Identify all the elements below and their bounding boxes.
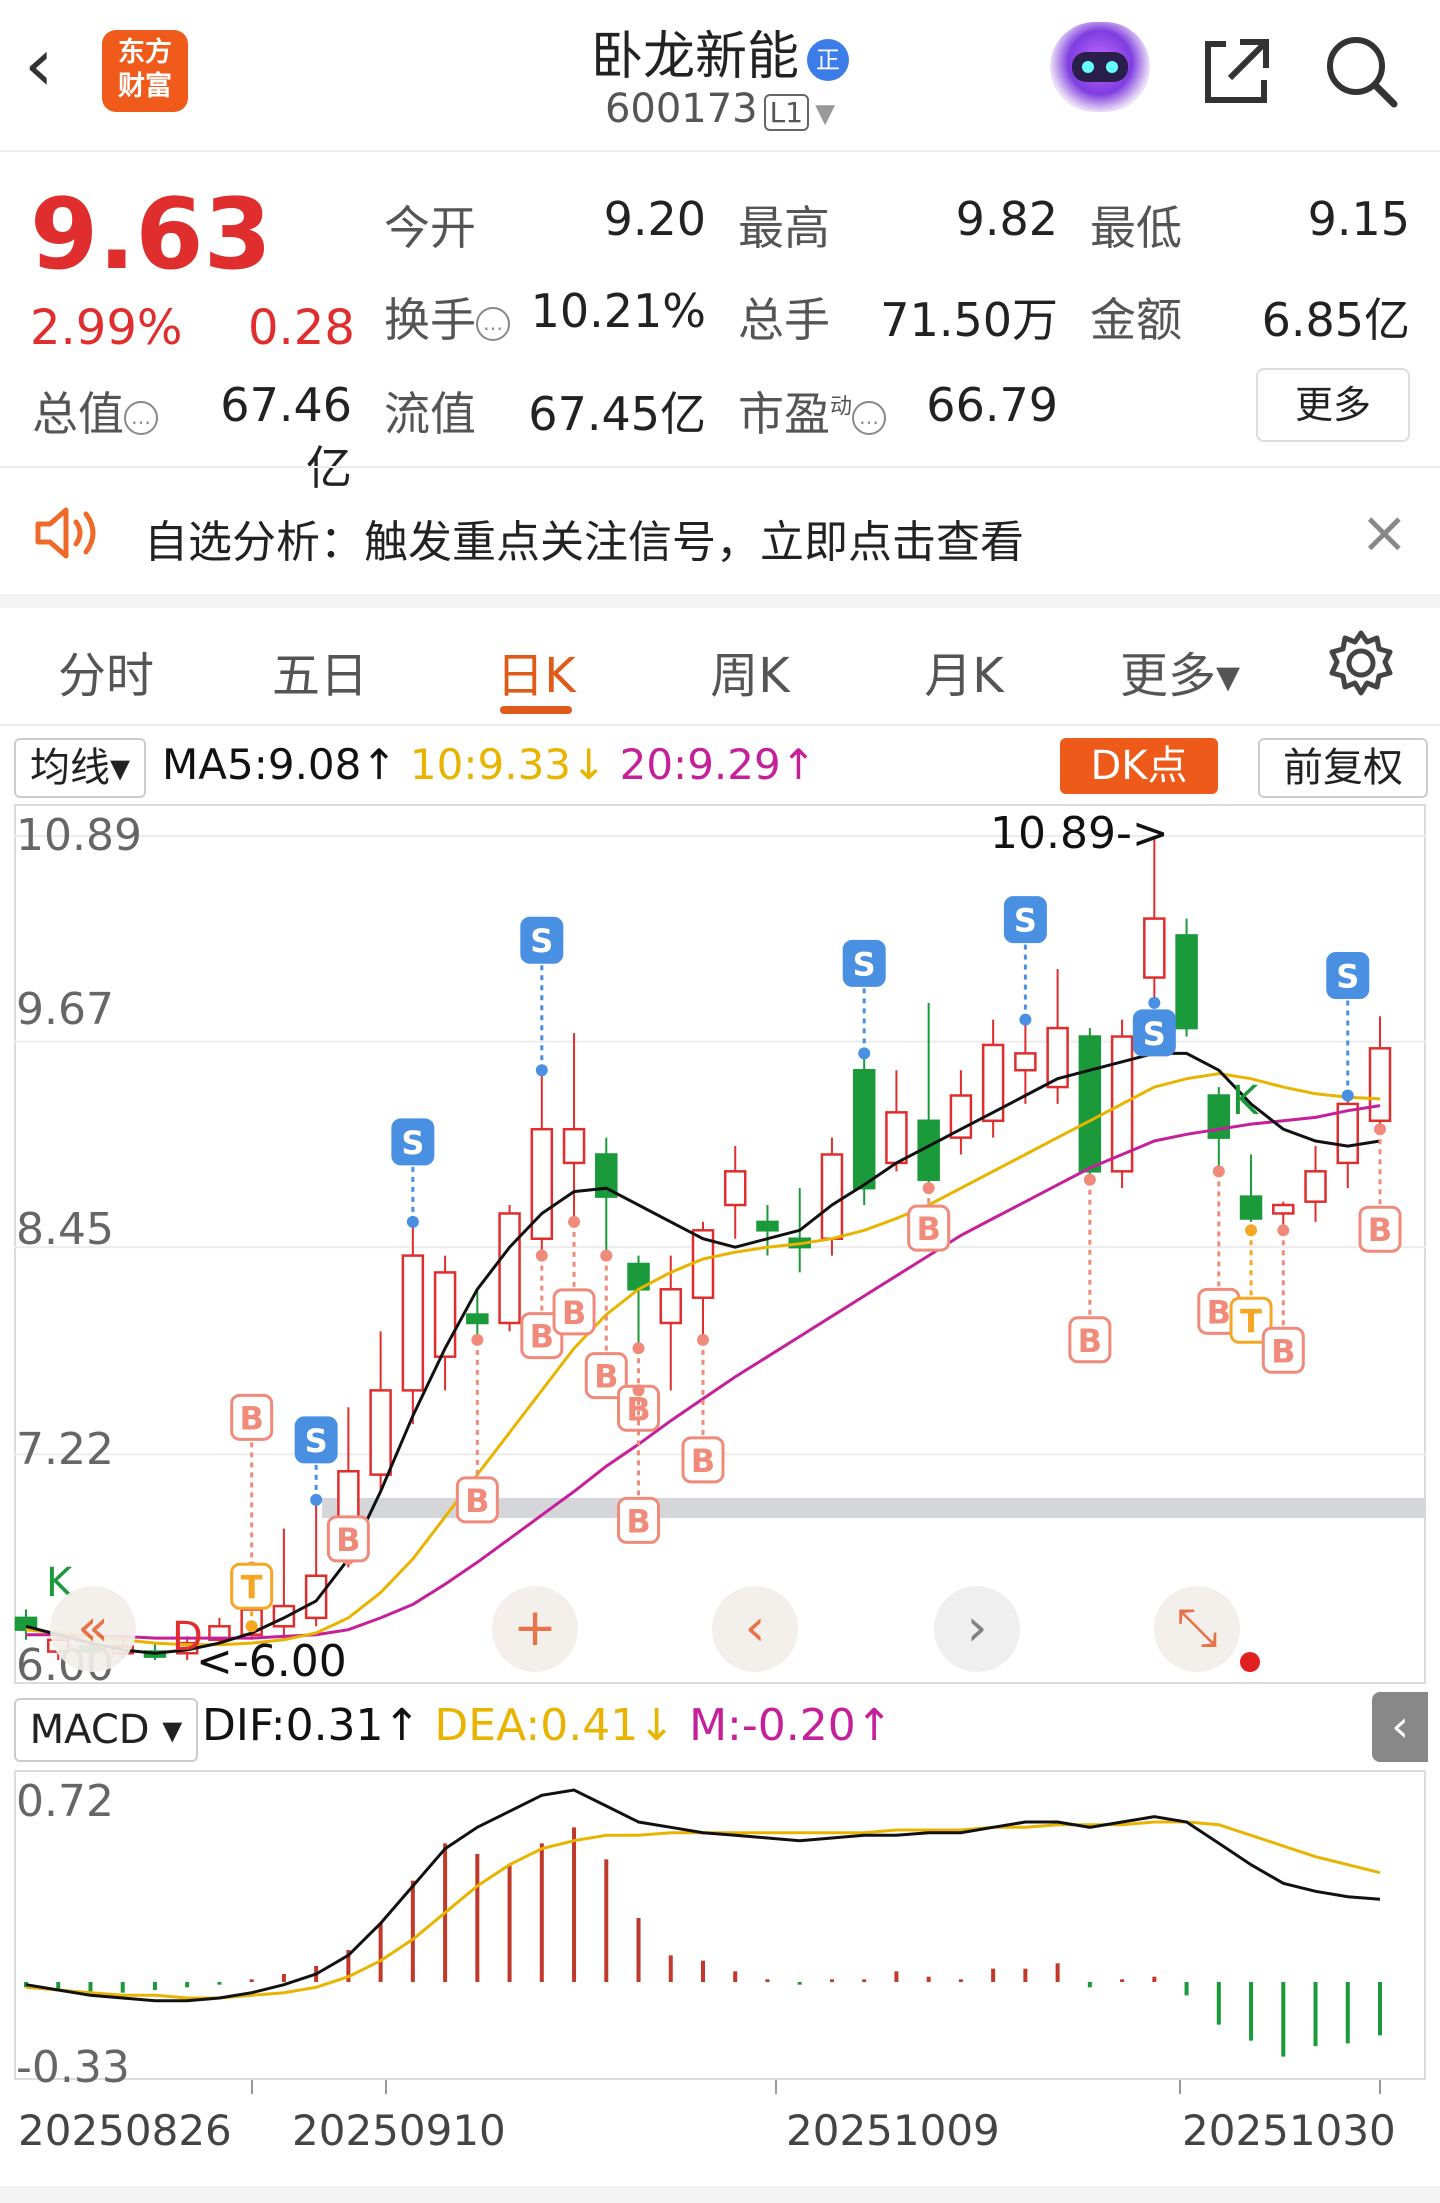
signal-letter: B <box>1368 1211 1392 1249</box>
x-axis-date: 20250826 <box>18 2106 232 2155</box>
fullscreen-button[interactable]: ⤡ <box>1154 1586 1240 1672</box>
signal-letter: S <box>1014 902 1037 940</box>
x-axis-date: 20250910 <box>292 2106 506 2155</box>
candle-body <box>852 1068 876 1190</box>
candle-body <box>369 1389 392 1476</box>
y-label: 10.89 <box>16 810 142 861</box>
signal-letter: S <box>305 1422 328 1460</box>
x-axis-date: 20251009 <box>786 2106 1000 2155</box>
signal-letter: B <box>1078 1322 1102 1360</box>
signal-letter: B <box>1271 1332 1295 1370</box>
candle-body <box>1078 1035 1102 1173</box>
signal-letter: B <box>239 1399 263 1437</box>
chart-canvas: SSSSSSSBTBBBBBBBBBBB TBBKKD <box>14 835 1426 2094</box>
signal-dot <box>600 1249 613 1262</box>
signal-dot <box>535 1249 548 1262</box>
signal-letter: S <box>1143 1015 1166 1053</box>
signal-dot <box>632 1384 645 1397</box>
m-value: M:-0.20↑ <box>689 1700 893 1751</box>
signal-letter: B <box>530 1318 554 1356</box>
signal-dot <box>858 1047 871 1060</box>
macd-select[interactable]: MACD ▾ <box>14 1698 198 1762</box>
signal-dot <box>1277 1224 1290 1237</box>
y-label: 7.22 <box>16 1424 114 1475</box>
macd-y-label: 0.72 <box>16 1776 114 1827</box>
signal-dot <box>568 1215 581 1228</box>
candle-body <box>1143 917 1166 979</box>
signal-dot <box>1019 1013 1032 1026</box>
macd-group <box>24 1788 1382 2094</box>
signal-letter: B <box>465 1482 489 1520</box>
candle-body <box>272 1604 296 1628</box>
kline-gridlines <box>14 835 1426 1456</box>
signal-dot <box>632 1342 645 1355</box>
candle-body <box>820 1153 844 1240</box>
candle-body <box>1014 1052 1037 1072</box>
signal-dot <box>310 1493 323 1506</box>
macd-y-label: -0.33 <box>16 2042 130 2093</box>
step-left-button[interactable]: ‹ <box>712 1586 798 1672</box>
k-signal-letter: K <box>1232 1078 1260 1124</box>
candle-body <box>659 1288 683 1325</box>
macd-values: DIF:0.31↑ DEA:0.41↓ M:-0.20↑ <box>202 1700 893 1751</box>
signal-letter: S <box>530 922 553 960</box>
signal-dot <box>1341 1089 1354 1102</box>
candle-body <box>562 1127 586 1165</box>
scroll-left-fast-button[interactable]: « <box>50 1586 136 1672</box>
signal-letter: T <box>1240 1302 1262 1340</box>
collapse-panel-button[interactable]: ‹ <box>1372 1692 1428 1762</box>
signal-dot <box>245 1620 258 1633</box>
signal-letter: B <box>626 1502 650 1540</box>
signal-dot <box>535 1064 548 1077</box>
signal-dot <box>1083 1173 1096 1186</box>
signal-letter: S <box>401 1124 424 1162</box>
candle-body <box>1272 1203 1295 1215</box>
signal-letter: B <box>562 1294 586 1332</box>
candle-body <box>1175 934 1198 1030</box>
signal-letter: B <box>916 1210 940 1248</box>
candle-body <box>304 1574 328 1620</box>
y-label: 8.45 <box>16 1204 114 1255</box>
notification-dot <box>1240 1652 1260 1672</box>
signal-letter: B <box>594 1358 618 1396</box>
bottom-strip <box>0 2186 1440 2203</box>
signal-letter: B <box>1207 1293 1231 1331</box>
signal-dot <box>1374 1123 1386 1136</box>
signal-letter: S <box>853 945 876 983</box>
signal-letter: B <box>336 1521 360 1559</box>
signal-dot <box>1148 996 1161 1009</box>
min-price-label: <-6.00 <box>196 1636 347 1687</box>
signal-dot <box>922 1182 935 1195</box>
candle-body <box>401 1254 425 1392</box>
candle-body <box>466 1313 489 1325</box>
candle-body <box>498 1212 521 1325</box>
signal-letter: S <box>1336 958 1359 996</box>
signal-dot <box>471 1333 484 1346</box>
candle-body <box>723 1170 747 1207</box>
zoom-in-button[interactable]: + <box>492 1586 578 1672</box>
max-price-label: 10.89-> <box>990 808 1169 859</box>
candle-body <box>756 1220 779 1232</box>
signal-dot <box>1212 1165 1225 1178</box>
x-axis-date: 20251030 <box>1182 2106 1396 2155</box>
signal-dot <box>697 1333 709 1346</box>
candle-body <box>885 1111 908 1165</box>
dif-value: DIF:0.31↑ <box>202 1700 421 1751</box>
signal-dot <box>406 1215 419 1228</box>
candle-body <box>433 1271 457 1358</box>
signal-letter: T <box>241 1568 263 1606</box>
dea-value: DEA:0.41↓ <box>434 1700 676 1751</box>
signal-letter: B <box>691 1442 715 1480</box>
step-right-button[interactable]: › <box>934 1586 1020 1672</box>
ma10-line <box>25 1072 1381 1647</box>
candle-body <box>1239 1195 1263 1220</box>
candle-body <box>1304 1170 1327 1203</box>
signal-dot <box>1245 1224 1258 1237</box>
y-label: 9.67 <box>16 984 114 1035</box>
candle-body <box>1368 1047 1392 1123</box>
